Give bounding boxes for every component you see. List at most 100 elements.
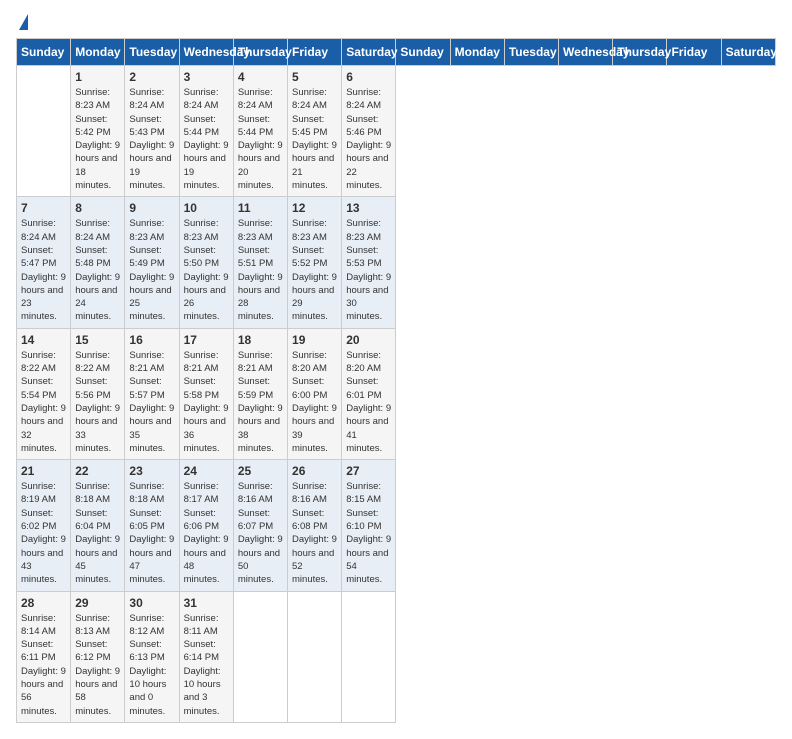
week-row-5: 28Sunrise: 8:14 AMSunset: 6:11 PMDayligh… [17, 591, 776, 722]
day-cell: 13 Sunrise: 8:23 AMSunset: 5:53 PMDayligh… [342, 197, 396, 328]
day-info: Sunrise: 8:23 AMSunset: 5:50 PMDaylight:… [184, 217, 229, 323]
day-cell [288, 591, 342, 722]
day-number: 21 [21, 464, 66, 478]
day-info: Sunrise: 8:20 AMSunset: 6:00 PMDaylight:… [292, 349, 337, 455]
day-info: Sunrise: 8:24 AMSunset: 5:43 PMDaylight:… [129, 86, 174, 192]
day-cell: 24 Sunrise: 8:17 AMSunset: 6:06 PMDayligh… [179, 460, 233, 591]
day-cell [342, 591, 396, 722]
day-number: 29 [75, 596, 120, 610]
day-info: Sunrise: 8:20 AMSunset: 6:01 PMDaylight:… [346, 349, 391, 455]
day-info: Sunrise: 8:22 AMSunset: 5:56 PMDaylight:… [75, 349, 120, 455]
day-info: Sunrise: 8:18 AMSunset: 6:05 PMDaylight:… [129, 480, 174, 586]
day-number: 25 [238, 464, 283, 478]
day-cell: 12Sunrise: 8:23 AMSunset: 5:52 PMDayligh… [288, 197, 342, 328]
day-cell: 2 Sunrise: 8:24 AMSunset: 5:43 PMDaylight… [125, 66, 179, 197]
day-info: Sunrise: 8:11 AMSunset: 6:14 PMDaylight:… [184, 612, 229, 718]
day-number: 12 [292, 201, 337, 215]
day-cell: 26 Sunrise: 8:16 AMSunset: 6:08 PMDayligh… [288, 460, 342, 591]
day-cell: 18 Sunrise: 8:21 AMSunset: 5:59 PMDayligh… [233, 328, 287, 459]
day-number: 30 [129, 596, 174, 610]
day-number: 26 [292, 464, 337, 478]
day-cell: 23Sunrise: 8:18 AMSunset: 6:05 PMDayligh… [125, 460, 179, 591]
day-info: Sunrise: 8:17 AMSunset: 6:06 PMDaylight:… [184, 480, 229, 586]
week-row-2: 7 Sunrise: 8:24 AMSunset: 5:47 PMDaylight… [17, 197, 776, 328]
day-cell: 1Sunrise: 8:23 AMSunset: 5:42 PMDaylight… [71, 66, 125, 197]
day-cell: 27Sunrise: 8:15 AMSunset: 6:10 PMDayligh… [342, 460, 396, 591]
page-header [16, 16, 776, 30]
day-info: Sunrise: 8:19 AMSunset: 6:02 PMDaylight:… [21, 480, 66, 586]
day-info: Sunrise: 8:24 AMSunset: 5:48 PMDaylight:… [75, 217, 120, 323]
day-cell: 14 Sunrise: 8:22 AMSunset: 5:54 PMDayligh… [17, 328, 71, 459]
day-info: Sunrise: 8:23 AMSunset: 5:51 PMDaylight:… [238, 217, 283, 323]
col-header-tuesday: Tuesday [504, 39, 558, 66]
day-cell: 21 Sunrise: 8:19 AMSunset: 6:02 PMDayligh… [17, 460, 71, 591]
day-info: Sunrise: 8:12 AMSunset: 6:13 PMDaylight:… [129, 612, 174, 718]
day-cell: 28Sunrise: 8:14 AMSunset: 6:11 PMDayligh… [17, 591, 71, 722]
day-number: 24 [184, 464, 229, 478]
day-info: Sunrise: 8:23 AMSunset: 5:49 PMDaylight:… [129, 217, 174, 323]
day-number: 15 [75, 333, 120, 347]
day-info: Sunrise: 8:21 AMSunset: 5:58 PMDaylight:… [184, 349, 229, 455]
col-header-friday: Friday [667, 39, 721, 66]
day-cell: 29Sunrise: 8:13 AMSunset: 6:12 PMDayligh… [71, 591, 125, 722]
day-cell: 17Sunrise: 8:21 AMSunset: 5:58 PMDayligh… [179, 328, 233, 459]
day-cell: 9Sunrise: 8:23 AMSunset: 5:49 PMDaylight… [125, 197, 179, 328]
day-number: 10 [184, 201, 229, 215]
col-header-wednesday: Wednesday [179, 39, 233, 66]
day-cell: 22Sunrise: 8:18 AMSunset: 6:04 PMDayligh… [71, 460, 125, 591]
day-number: 31 [184, 596, 229, 610]
day-number: 22 [75, 464, 120, 478]
day-number: 6 [346, 70, 391, 84]
day-cell: 31 Sunrise: 8:11 AMSunset: 6:14 PMDayligh… [179, 591, 233, 722]
calendar-header-row: SundayMondayTuesdayWednesdayThursdayFrid… [17, 39, 776, 66]
day-cell [17, 66, 71, 197]
day-cell: 5 Sunrise: 8:24 AMSunset: 5:45 PMDaylight… [288, 66, 342, 197]
day-cell: 3 Sunrise: 8:24 AMSunset: 5:44 PMDaylight… [179, 66, 233, 197]
day-number: 3 [184, 70, 229, 84]
logo [16, 16, 28, 30]
day-info: Sunrise: 8:14 AMSunset: 6:11 PMDaylight:… [21, 612, 66, 718]
day-number: 11 [238, 201, 283, 215]
col-header-saturday: Saturday [342, 39, 396, 66]
day-cell: 30 Sunrise: 8:12 AMSunset: 6:13 PMDayligh… [125, 591, 179, 722]
day-number: 13 [346, 201, 391, 215]
day-info: Sunrise: 8:16 AMSunset: 6:08 PMDaylight:… [292, 480, 337, 586]
day-cell: 11 Sunrise: 8:23 AMSunset: 5:51 PMDayligh… [233, 197, 287, 328]
col-header-monday: Monday [450, 39, 504, 66]
day-cell: 25 Sunrise: 8:16 AMSunset: 6:07 PMDayligh… [233, 460, 287, 591]
day-info: Sunrise: 8:24 AMSunset: 5:44 PMDaylight:… [184, 86, 229, 192]
day-number: 2 [129, 70, 174, 84]
day-info: Sunrise: 8:22 AMSunset: 5:54 PMDaylight:… [21, 349, 66, 455]
day-number: 14 [21, 333, 66, 347]
day-info: Sunrise: 8:21 AMSunset: 5:57 PMDaylight:… [129, 349, 174, 455]
day-info: Sunrise: 8:24 AMSunset: 5:47 PMDaylight:… [21, 217, 66, 323]
col-header-saturday: Saturday [721, 39, 775, 66]
day-number: 18 [238, 333, 283, 347]
day-info: Sunrise: 8:16 AMSunset: 6:07 PMDaylight:… [238, 480, 283, 586]
day-number: 5 [292, 70, 337, 84]
day-info: Sunrise: 8:15 AMSunset: 6:10 PMDaylight:… [346, 480, 391, 586]
day-info: Sunrise: 8:23 AMSunset: 5:53 PMDaylight:… [346, 217, 391, 323]
day-cell: 10 Sunrise: 8:23 AMSunset: 5:50 PMDayligh… [179, 197, 233, 328]
day-number: 20 [346, 333, 391, 347]
day-cell: 6Sunrise: 8:24 AMSunset: 5:46 PMDaylight… [342, 66, 396, 197]
col-header-tuesday: Tuesday [125, 39, 179, 66]
day-info: Sunrise: 8:21 AMSunset: 5:59 PMDaylight:… [238, 349, 283, 455]
col-header-sunday: Sunday [396, 39, 450, 66]
week-row-4: 21 Sunrise: 8:19 AMSunset: 6:02 PMDayligh… [17, 460, 776, 591]
day-cell: 8 Sunrise: 8:24 AMSunset: 5:48 PMDaylight… [71, 197, 125, 328]
logo-triangle-icon [19, 14, 28, 30]
day-cell: 16Sunrise: 8:21 AMSunset: 5:57 PMDayligh… [125, 328, 179, 459]
day-info: Sunrise: 8:24 AMSunset: 5:45 PMDaylight:… [292, 86, 337, 192]
calendar-table: SundayMondayTuesdayWednesdayThursdayFrid… [16, 38, 776, 723]
day-cell: 7 Sunrise: 8:24 AMSunset: 5:47 PMDaylight… [17, 197, 71, 328]
week-row-3: 14 Sunrise: 8:22 AMSunset: 5:54 PMDayligh… [17, 328, 776, 459]
week-row-1: 1Sunrise: 8:23 AMSunset: 5:42 PMDaylight… [17, 66, 776, 197]
day-number: 7 [21, 201, 66, 215]
day-cell [233, 591, 287, 722]
day-number: 19 [292, 333, 337, 347]
day-number: 4 [238, 70, 283, 84]
logo-text [16, 16, 28, 30]
day-number: 8 [75, 201, 120, 215]
day-info: Sunrise: 8:24 AMSunset: 5:44 PMDaylight:… [238, 86, 283, 192]
